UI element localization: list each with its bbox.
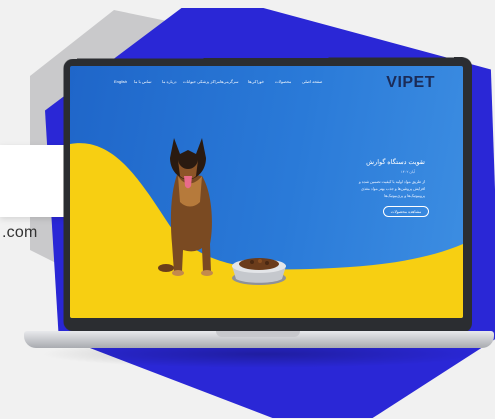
side-card-text: .com bbox=[2, 224, 38, 241]
nav-link-english[interactable]: English bbox=[114, 79, 127, 84]
dog-image bbox=[158, 138, 213, 276]
laptop-notch bbox=[216, 331, 300, 337]
hero-text-line: از طریق مواد اولیه با کیفیت تضمین شده و bbox=[358, 180, 425, 184]
food-bowl-image bbox=[232, 258, 286, 285]
site-logo[interactable]: VIPET bbox=[386, 74, 435, 92]
laptop-screen: English تماس با ما درباره ما مراکز پزشکی… bbox=[70, 66, 463, 318]
nav-link-about[interactable]: درباره ما bbox=[162, 79, 177, 84]
hero-title: تقویت دستگاه گوارش bbox=[366, 159, 425, 166]
nav-link-products[interactable]: محصولات bbox=[275, 79, 291, 84]
nav-link-home[interactable]: صفحه اصلی bbox=[302, 79, 322, 84]
hero-text-line: افزایش پروتئین‌ها و جذب بهتر مواد مغذی bbox=[361, 187, 425, 191]
nav-link-toys[interactable]: سرگرمی‌ها bbox=[220, 79, 238, 84]
hero-text-line: پروبیوتیک‌ها و پری‌بیوتیک‌ها bbox=[384, 194, 425, 198]
nav-link-contact[interactable]: تماس با ما bbox=[134, 79, 151, 84]
nav-link-food[interactable]: خوراکی‌ها bbox=[248, 79, 264, 84]
view-products-button[interactable]: مشاهده محصولات bbox=[383, 206, 429, 217]
nav-link-vet-centers[interactable]: مراکز پزشکی حیوانات bbox=[183, 79, 220, 84]
hero-date: آبان ۱۴۰۲ bbox=[400, 170, 415, 174]
